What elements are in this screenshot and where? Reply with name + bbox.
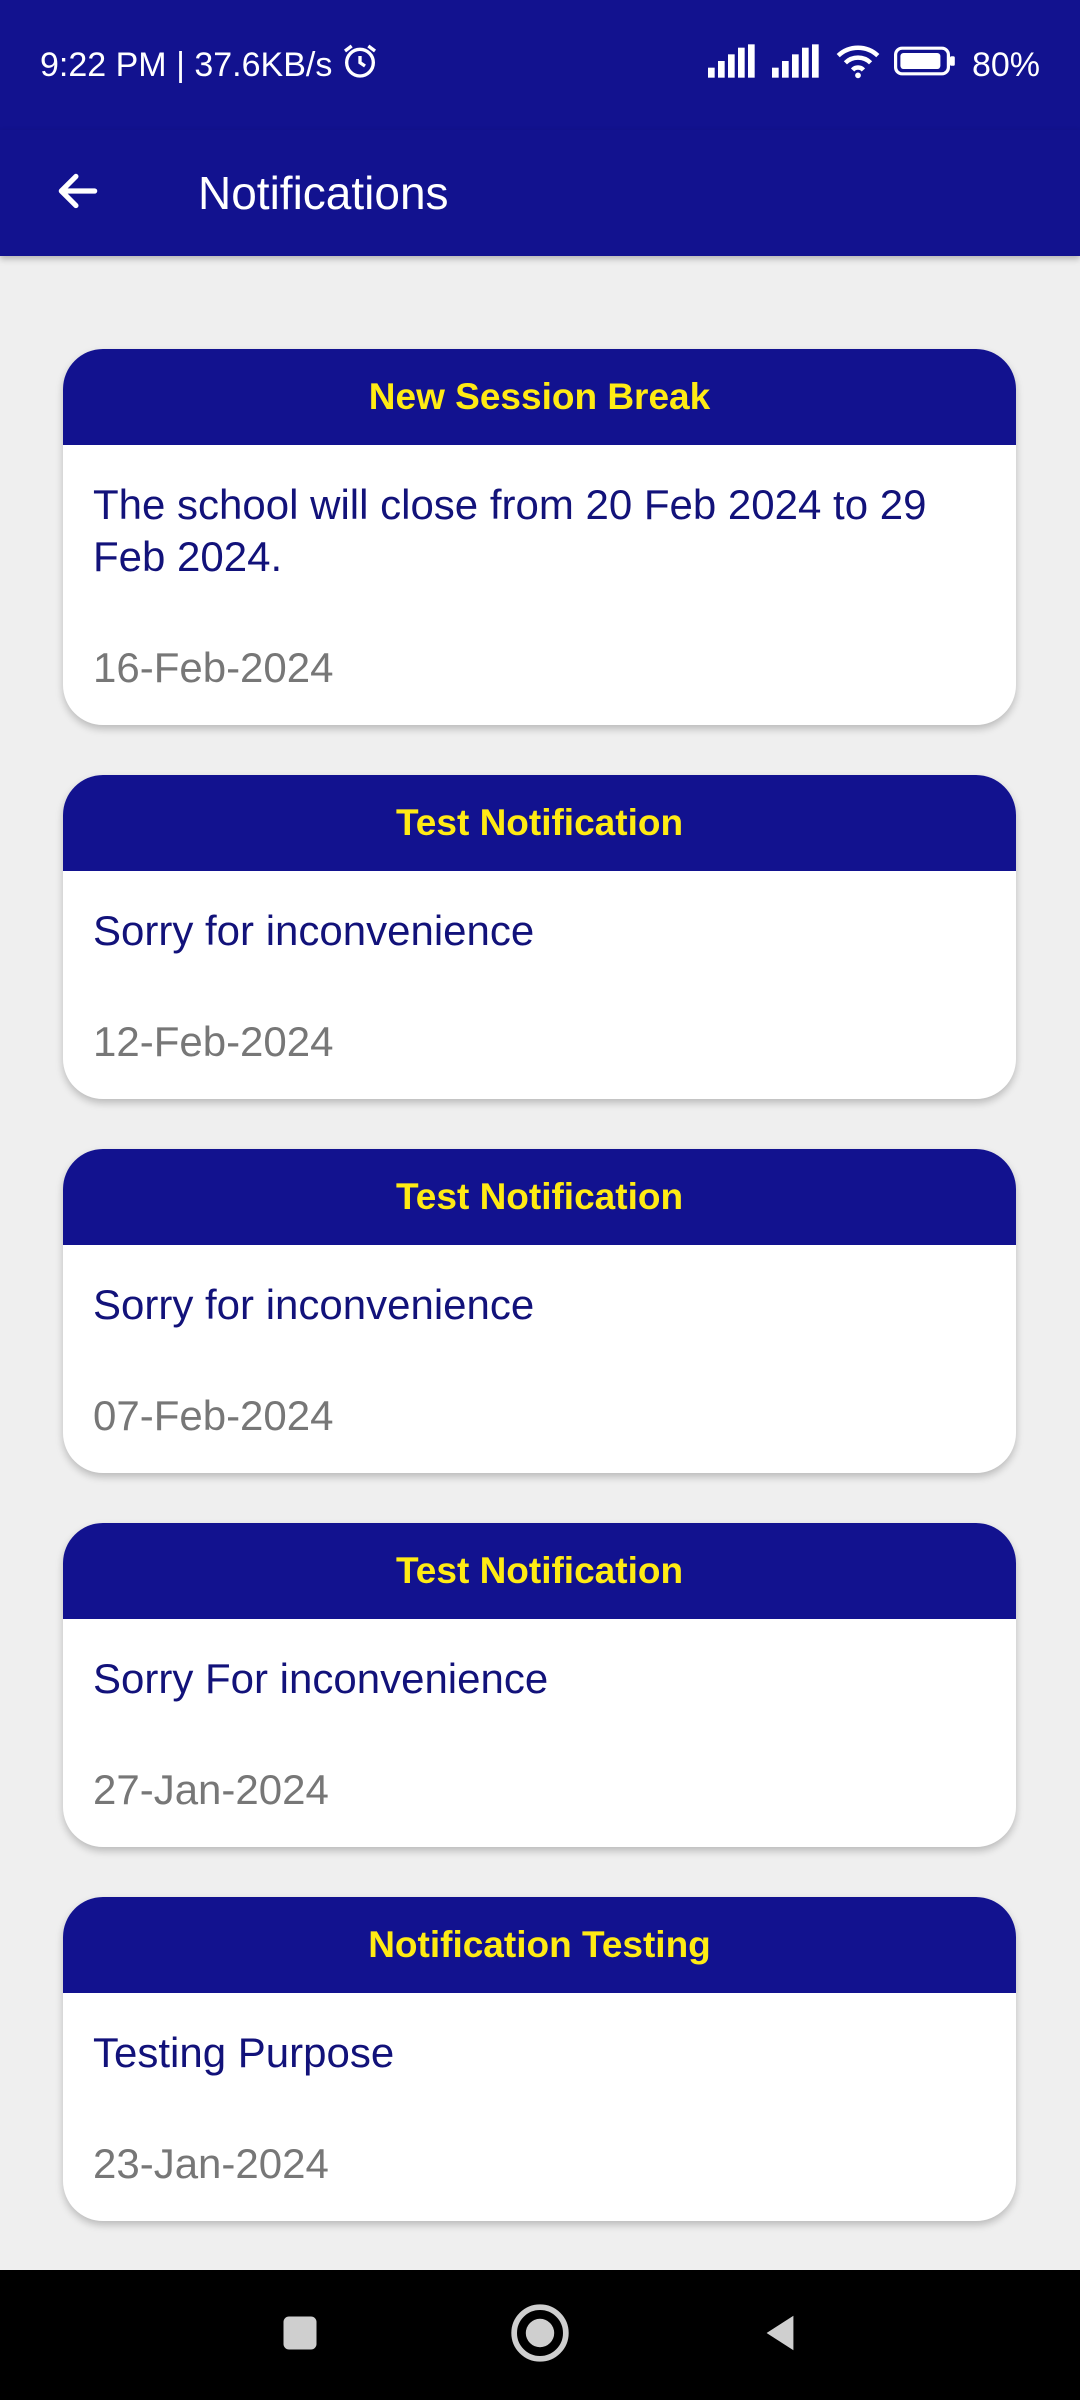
notification-title: Test Notification	[63, 1523, 1016, 1619]
triangle-back-icon	[757, 2310, 803, 2361]
notification-list: New Session Break The school will close …	[63, 349, 1016, 2271]
notification-message: The school will close from 20 Feb 2024 t…	[93, 481, 927, 580]
notification-card[interactable]: Test Notification Sorry For inconvenienc…	[63, 1523, 1016, 1847]
alarm-icon	[340, 41, 380, 90]
notification-message: Sorry For inconvenience	[93, 1655, 549, 1702]
notification-date: 16-Feb-2024	[93, 644, 334, 691]
signal-icon-2	[771, 43, 822, 87]
circle-icon	[509, 2302, 571, 2369]
page-title: Notifications	[198, 167, 449, 219]
notification-title: Test Notification	[63, 775, 1016, 871]
wifi-icon	[836, 43, 880, 88]
system-nav-bar	[0, 2270, 1080, 2400]
notification-title: Notification Testing	[63, 1897, 1016, 1993]
battery-level: 80%	[971, 45, 1040, 84]
notification-date: 27-Jan-2024	[93, 1766, 329, 1813]
notification-title: New Session Break	[63, 349, 1016, 445]
notification-date: 23-Jan-2024	[93, 2140, 329, 2187]
notification-date: 07-Feb-2024	[93, 1392, 334, 1439]
home-button[interactable]	[500, 2295, 580, 2375]
square-icon	[278, 2311, 322, 2360]
notification-body: The school will close from 20 Feb 2024 t…	[63, 445, 1016, 725]
status-left: 9:22 PM | 37.6KB/s	[40, 41, 380, 90]
notification-date: 12-Feb-2024	[93, 1018, 334, 1065]
status-bar: 9:22 PM | 37.6KB/s 80%	[0, 0, 1080, 130]
notification-message: Testing Purpose	[93, 2029, 395, 2076]
arrow-left-icon	[53, 166, 103, 221]
notification-message: Sorry for inconvenience	[93, 1281, 535, 1328]
notification-title: Test Notification	[63, 1149, 1016, 1245]
notification-body: Sorry for inconvenience 07-Feb-2024	[63, 1245, 1016, 1473]
notification-card[interactable]: New Session Break The school will close …	[63, 349, 1016, 725]
signal-icon	[707, 43, 758, 87]
notification-message: Sorry for inconvenience	[93, 907, 535, 954]
notification-body: Testing Purpose 23-Jan-2024	[63, 1993, 1016, 2221]
notification-card[interactable]: Notification Testing Testing Purpose 23-…	[63, 1897, 1016, 2221]
notification-card[interactable]: Test Notification Sorry for inconvenienc…	[63, 775, 1016, 1099]
battery-icon	[893, 44, 958, 87]
status-time-speed: 9:22 PM | 37.6KB/s	[40, 45, 333, 84]
notification-body: Sorry for inconvenience 12-Feb-2024	[63, 871, 1016, 1099]
recents-button[interactable]	[260, 2295, 340, 2375]
back-button[interactable]	[28, 143, 128, 243]
notification-card[interactable]: Test Notification Sorry for inconvenienc…	[63, 1149, 1016, 1473]
back-nav-button[interactable]	[740, 2295, 820, 2375]
status-right: 80%	[707, 43, 1040, 88]
app-bar: Notifications	[0, 130, 1080, 256]
notification-body: Sorry For inconvenience 27-Jan-2024	[63, 1619, 1016, 1847]
